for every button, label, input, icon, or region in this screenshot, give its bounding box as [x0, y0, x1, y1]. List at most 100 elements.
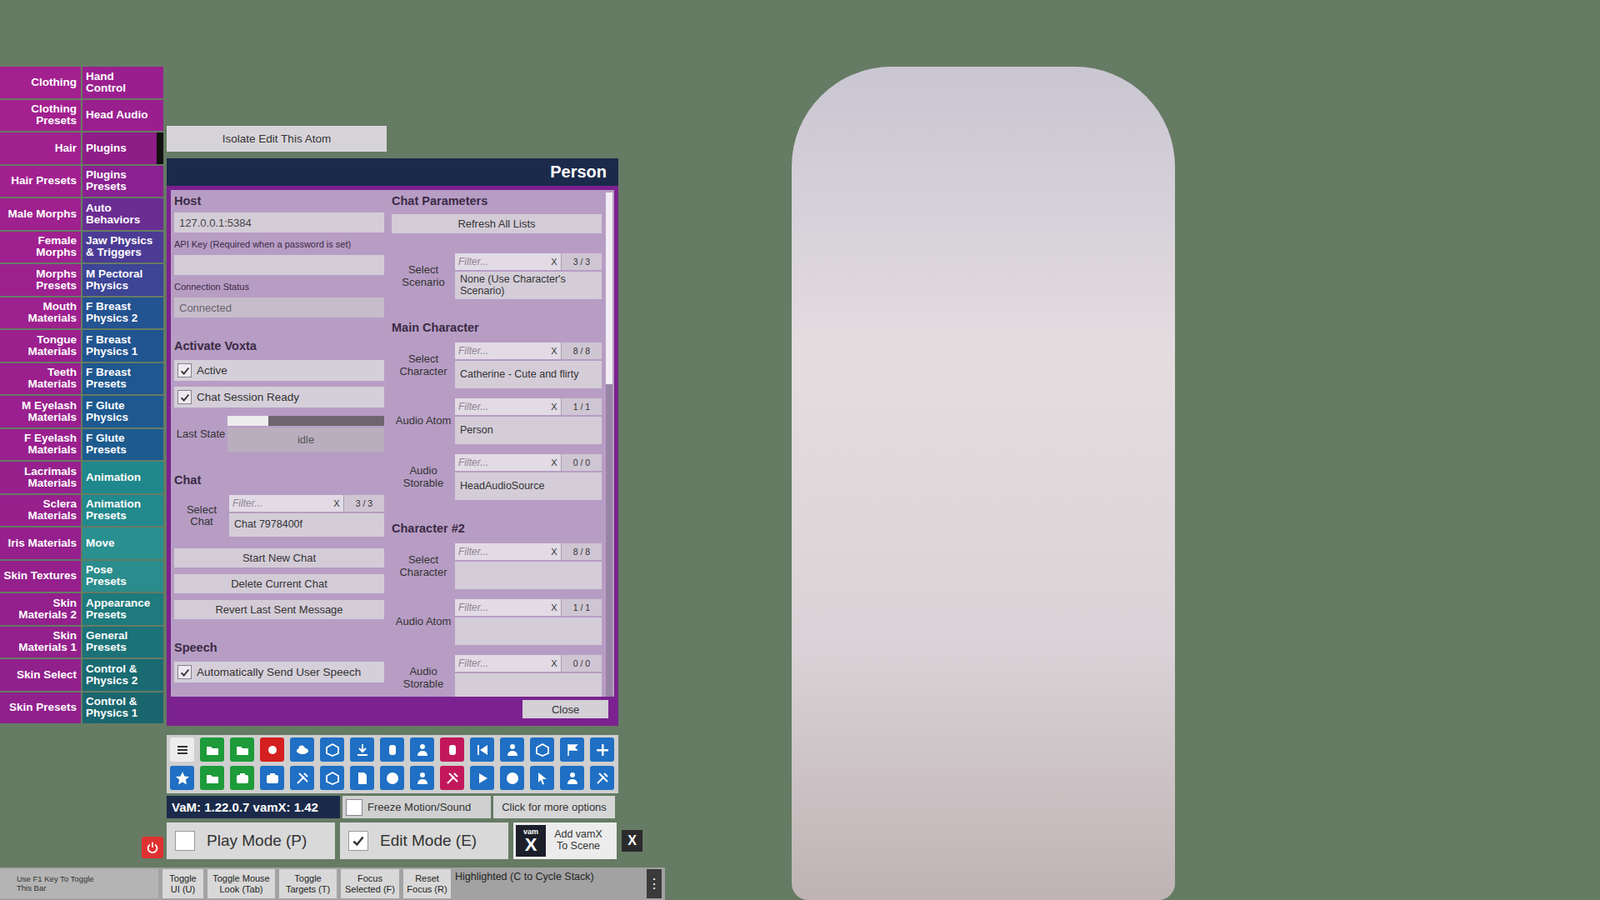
checkbox[interactable]: [177, 665, 192, 680]
toolbar-button[interactable]: [560, 737, 585, 762]
scrollbar-thumb[interactable]: [605, 192, 613, 385]
side-tab[interactable]: Plugins: [82, 132, 164, 165]
chooser-value[interactable]: Person: [455, 416, 602, 445]
side-tab[interactable]: F Eyelash Materials: [0, 429, 81, 461]
side-tab[interactable]: Lacrimals Materials: [0, 461, 81, 494]
isolate-button[interactable]: Isolate Edit This Atom: [166, 125, 387, 152]
side-tab[interactable]: Auto Behaviors: [82, 198, 164, 230]
side-tab[interactable]: Skin Materials 2: [0, 593, 81, 625]
side-tab[interactable]: Female Morphs: [0, 231, 81, 264]
toolbar-button[interactable]: [320, 765, 345, 790]
toolbar-button[interactable]: [380, 737, 405, 762]
clear-filter-button[interactable]: X: [547, 543, 561, 560]
side-tab[interactable]: Jaw Physics & Triggers: [82, 231, 164, 264]
text-field[interactable]: 127.0.0.1:5384: [174, 212, 385, 233]
toolbar-button[interactable]: [530, 737, 555, 762]
toolbar-button[interactable]: [260, 737, 285, 762]
side-tab[interactable]: Plugins Presets: [82, 165, 164, 198]
chooser-value[interactable]: [455, 617, 602, 645]
mode-toggle[interactable]: Edit Mode (E): [340, 822, 509, 860]
toolbar-button[interactable]: [170, 765, 195, 790]
clear-filter-button[interactable]: X: [330, 495, 344, 512]
side-tab[interactable]: F Glute Presets: [82, 429, 164, 461]
side-tab[interactable]: Iris Materials: [0, 527, 81, 560]
close-ui-button[interactable]: X: [621, 830, 643, 852]
clear-filter-button[interactable]: X: [547, 655, 561, 672]
toolbar-button[interactable]: [410, 765, 435, 790]
bottom-button[interactable]: Toggle Targets (T): [279, 869, 337, 899]
toolbar-button[interactable]: [290, 765, 315, 790]
chooser-value[interactable]: [455, 561, 602, 590]
filter-input[interactable]: [455, 398, 548, 415]
clear-filter-button[interactable]: X: [547, 454, 561, 471]
toolbar-button[interactable]: [320, 737, 345, 762]
add-vamx-button[interactable]: vamXAdd vamX To Scene: [513, 822, 617, 860]
clear-filter-button[interactable]: X: [547, 599, 561, 616]
toolbar-button[interactable]: [200, 765, 225, 790]
side-tab[interactable]: Control & Physics 1: [82, 692, 164, 725]
bottom-button[interactable]: Reset Focus (R): [403, 869, 451, 899]
filter-input[interactable]: [455, 599, 548, 616]
bottom-button[interactable]: Toggle UI (U): [162, 869, 204, 899]
panel-button[interactable]: Revert Last Sent Message: [174, 600, 385, 620]
filter-input[interactable]: [455, 342, 548, 360]
side-tab[interactable]: General Presets: [82, 626, 164, 659]
toggle-row[interactable]: Chat Session Ready: [174, 386, 385, 408]
side-tab[interactable]: Skin Presets: [0, 692, 81, 725]
checkbox[interactable]: [175, 830, 195, 851]
clear-filter-button[interactable]: X: [547, 398, 561, 415]
chooser-value[interactable]: None (Use Character's Scenario): [455, 271, 602, 300]
toggle-row[interactable]: Automatically Send User Speech: [174, 661, 385, 683]
toolbar-button[interactable]: [560, 765, 585, 790]
clear-filter-button[interactable]: X: [547, 342, 561, 360]
side-tab[interactable]: Skin Materials 1: [0, 626, 81, 659]
side-tab[interactable]: Sclera Materials: [0, 495, 81, 527]
toolbar-button[interactable]: [410, 737, 435, 762]
scrollbar[interactable]: [605, 192, 613, 697]
chooser-value[interactable]: Chat 7978400f: [229, 513, 385, 537]
chooser-value[interactable]: HeadAudioSource: [455, 472, 602, 500]
filter-input[interactable]: [455, 454, 548, 471]
chooser-value[interactable]: Catherine - Cute and flirty: [455, 360, 602, 389]
side-tab[interactable]: Appearance Presets: [82, 593, 164, 625]
menu-button[interactable]: ⋮: [646, 869, 662, 899]
side-tab[interactable]: Morphs Presets: [0, 264, 81, 296]
slider-track[interactable]: [227, 415, 385, 426]
toolbar-button[interactable]: [530, 765, 555, 790]
toolbar-button[interactable]: [290, 737, 315, 762]
side-tab[interactable]: F Breast Presets: [82, 363, 164, 395]
checkbox[interactable]: [348, 830, 369, 851]
side-tab[interactable]: Pose Presets: [82, 560, 164, 593]
checkbox[interactable]: [177, 390, 192, 405]
checkbox[interactable]: [177, 363, 192, 378]
checkbox[interactable]: [345, 799, 363, 816]
toolbar-button[interactable]: [500, 737, 525, 762]
side-tab[interactable]: Animation Presets: [82, 495, 164, 527]
side-tab[interactable]: M Eyelash Materials: [0, 395, 81, 428]
freeze-toggle[interactable]: Freeze Motion/Sound: [342, 795, 491, 819]
toggle-row[interactable]: Active: [174, 360, 385, 381]
chooser-value[interactable]: [455, 673, 602, 697]
side-tab[interactable]: Teeth Materials: [0, 363, 81, 395]
side-tab[interactable]: Clothing Presets: [0, 100, 81, 132]
panel-button[interactable]: Start New Chat: [174, 548, 385, 568]
side-tab[interactable]: M Pectoral Physics: [82, 264, 164, 296]
toolbar-button[interactable]: [380, 765, 405, 790]
side-tab[interactable]: Animation: [82, 461, 164, 494]
toolbar-button[interactable]: [230, 737, 255, 762]
side-tab[interactable]: F Glute Physics: [82, 395, 164, 428]
filter-input[interactable]: [455, 655, 548, 672]
side-tab[interactable]: Hair Presets: [0, 165, 81, 198]
side-tab[interactable]: Skin Textures: [0, 560, 81, 593]
filter-input[interactable]: [455, 543, 548, 560]
bottom-button[interactable]: Focus Selected (F): [340, 869, 400, 899]
toolbar-button[interactable]: [230, 765, 255, 790]
toolbar-button[interactable]: [170, 737, 195, 762]
toolbar-button[interactable]: [440, 765, 465, 790]
toolbar-button[interactable]: [470, 737, 495, 762]
toolbar-button[interactable]: [590, 737, 615, 762]
clear-filter-button[interactable]: X: [547, 253, 561, 270]
toolbar-button[interactable]: [590, 765, 615, 790]
side-tab[interactable]: Hair: [0, 132, 81, 165]
side-tab[interactable]: Clothing: [0, 66, 81, 99]
